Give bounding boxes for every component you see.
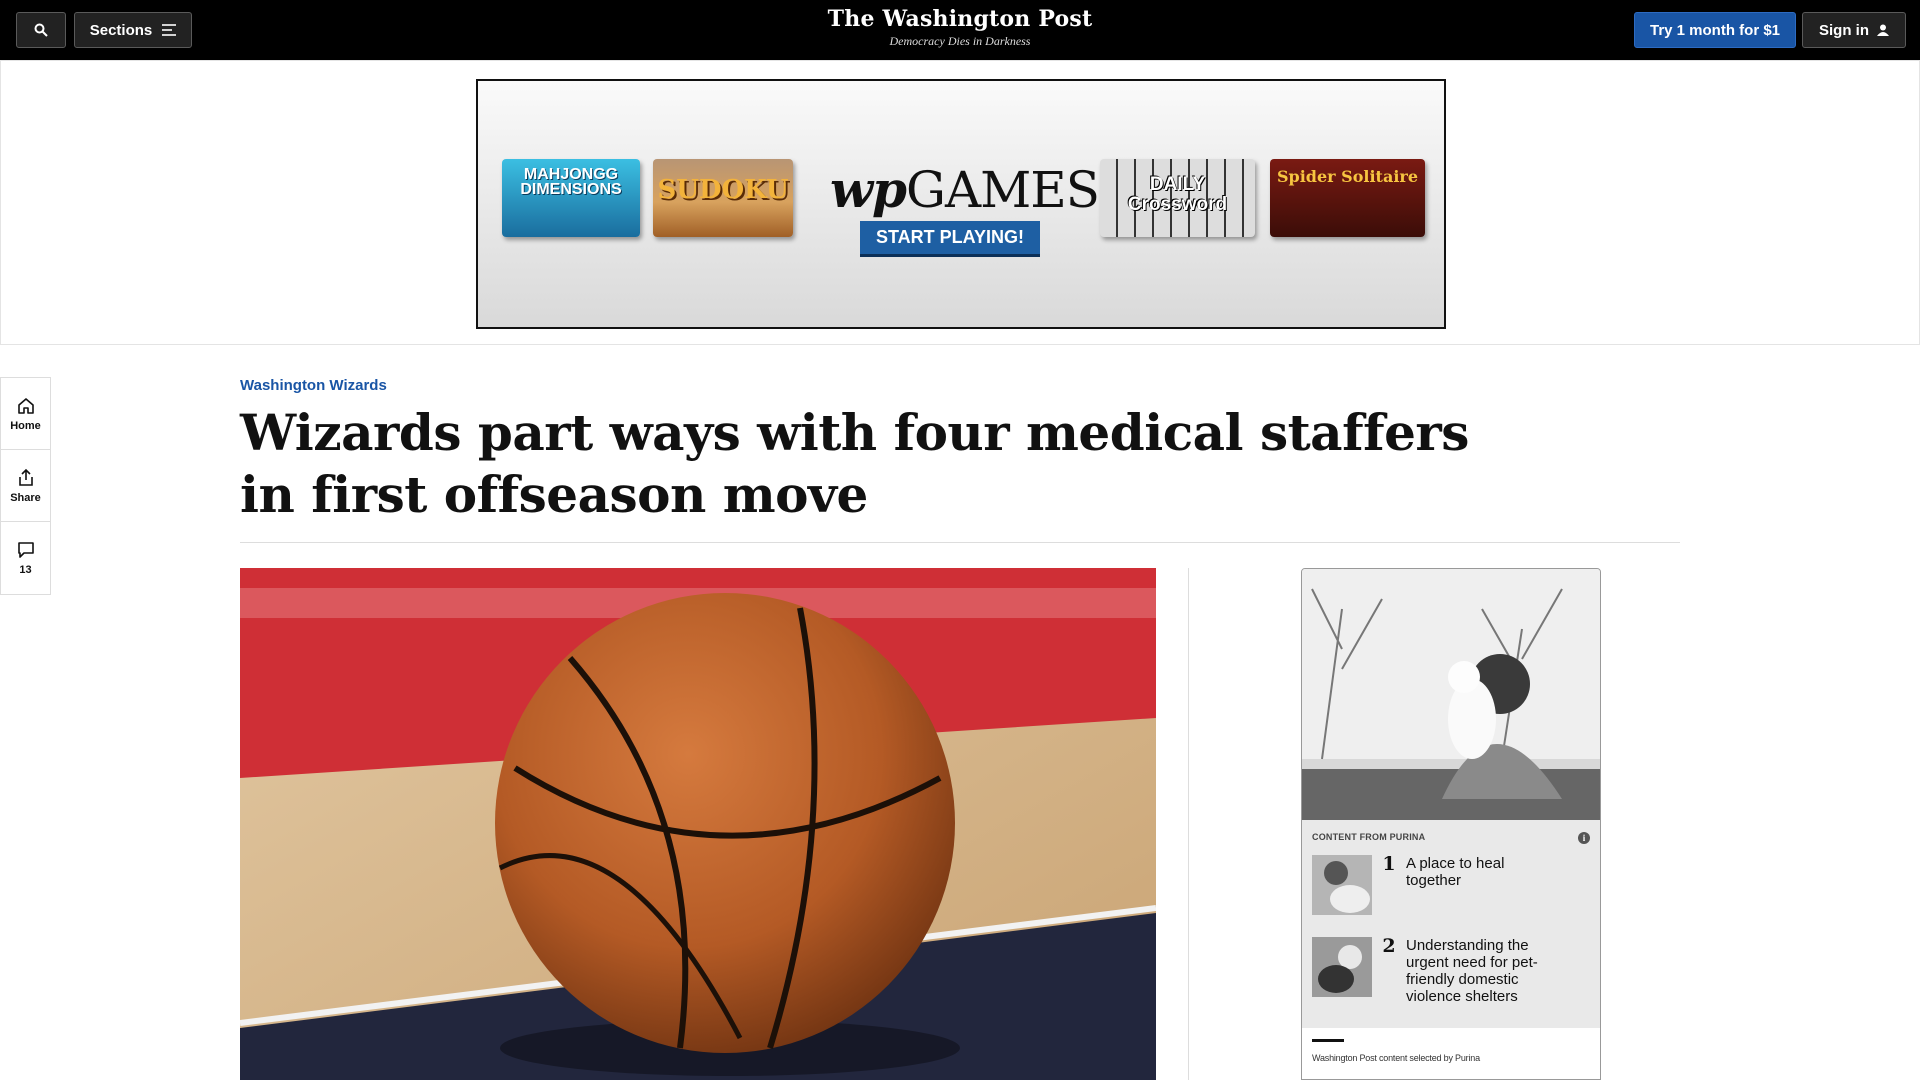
- sponsor-item-1[interactable]: 1 A place to heal together: [1312, 855, 1592, 915]
- wp-games-brand-games: GAMES: [906, 161, 1100, 219]
- site-tagline: Democracy Dies in Darkness: [889, 34, 1031, 48]
- sections-menu-button[interactable]: Sections: [74, 12, 192, 48]
- sponsor-footer-rule: [1312, 1039, 1344, 1042]
- sponsor-item-2-title[interactable]: Understanding the urgent need for pet-fr…: [1400, 937, 1550, 1005]
- sponsor-item-2-thumbnail: [1312, 937, 1372, 997]
- comments-count: 13: [19, 564, 32, 576]
- share-label: Share: [10, 491, 41, 504]
- article-tools-rail: Home Share 13: [0, 377, 51, 595]
- sponsor-item-1-thumbnail: [1312, 855, 1372, 915]
- section-kicker-link[interactable]: Washington Wizards: [240, 377, 387, 394]
- top-navigation-bar: Sections The Washington Post Democracy D…: [0, 0, 1920, 60]
- article-headline: Wizards part ways with four medical staf…: [240, 403, 1469, 524]
- wp-games-brand-wp: wp: [830, 160, 907, 219]
- sponsor-item-2-number: 2: [1382, 935, 1396, 957]
- user-icon: [1877, 24, 1889, 36]
- headline-divider: [240, 542, 1680, 543]
- sponsor-item-2[interactable]: 2 Understanding the urgent need for pet-…: [1312, 937, 1592, 1005]
- search-button[interactable]: [16, 12, 66, 48]
- sign-in-button[interactable]: Sign in: [1802, 12, 1906, 48]
- sponsor-item-1-title[interactable]: A place to heal together: [1400, 855, 1550, 915]
- ad-tile-sudoku: SUDOKU: [653, 159, 793, 237]
- sponsor-label: CONTENT FROM PURINA: [1312, 832, 1426, 842]
- home-icon: [17, 397, 34, 414]
- share-icon: [18, 468, 33, 486]
- column-divider: [1188, 568, 1189, 1080]
- hamburger-icon: [162, 24, 177, 36]
- sponsor-item-1-number: 1: [1382, 853, 1396, 875]
- ad-tile-crossword: DAILY Crossword: [1100, 159, 1255, 237]
- comment-icon: [17, 542, 34, 558]
- share-rail-button[interactable]: Share: [1, 450, 50, 522]
- sign-in-label: Sign in: [1819, 21, 1869, 39]
- search-icon: [34, 23, 48, 37]
- lead-image-basketball: [240, 568, 1156, 1080]
- wp-games-ad-banner[interactable]: MAHJONGG DIMENSIONS SUDOKU wpGAMES START…: [476, 79, 1446, 329]
- masthead[interactable]: The Washington Post Democracy Dies in Da…: [760, 6, 1160, 49]
- comments-rail-button[interactable]: 13: [1, 522, 50, 594]
- home-label: Home: [10, 419, 41, 432]
- home-rail-button[interactable]: Home: [1, 378, 50, 450]
- sponsor-hero-image: [1302, 569, 1600, 820]
- wp-games-logo: wpGAMES START PLAYING!: [830, 160, 1100, 257]
- sponsor-footer-text: Washington Post content selected by Puri…: [1312, 1053, 1480, 1063]
- sections-label: Sections: [89, 21, 153, 39]
- start-playing-button[interactable]: START PLAYING!: [859, 221, 1040, 257]
- info-icon[interactable]: i: [1578, 832, 1590, 844]
- advertisement-container: MAHJONGG DIMENSIONS SUDOKU wpGAMES START…: [0, 60, 1920, 345]
- site-logo[interactable]: The Washington Post: [760, 6, 1160, 32]
- ad-tile-spider-solitaire: Spider Solitaire: [1270, 159, 1425, 237]
- subscribe-button[interactable]: Try 1 month for $1: [1634, 12, 1796, 48]
- sponsor-list: CONTENT FROM PURINA i 1 A place to heal …: [1302, 820, 1600, 1028]
- ad-tile-mahjongg: MAHJONGG DIMENSIONS: [502, 159, 640, 237]
- sponsored-content-card[interactable]: CONTENT FROM PURINA i 1 A place to heal …: [1301, 568, 1601, 1080]
